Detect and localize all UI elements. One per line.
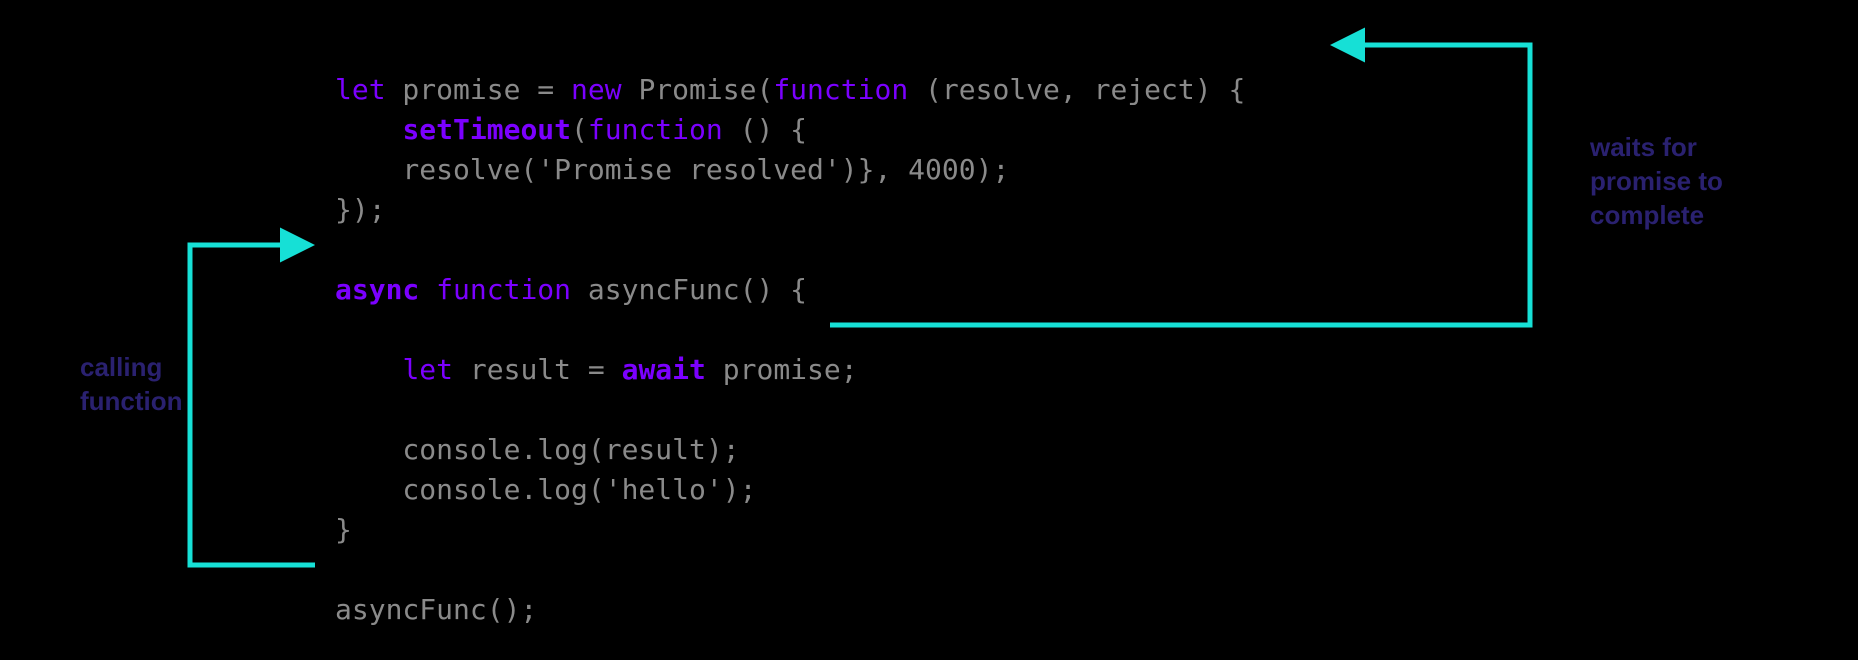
code-line-10: console.log(result); [335,433,740,466]
keyword-await: await [622,353,706,386]
annotation-waits-for-promise: waits for promise to complete [1590,130,1723,232]
arrow-calling-function [190,245,315,565]
code-line-11: console.log('hello'); [335,473,756,506]
keyword-let: let [402,353,453,386]
keyword-function: function [436,273,571,306]
diagram-stage: let promise = new Promise(function (reso… [0,0,1858,660]
code-line-6: async function asyncFunc() { [335,273,807,306]
code-line-1: let promise = new Promise(function (reso… [335,73,1245,106]
keyword-function: function [588,113,723,146]
code-line-8: let result = await promise; [335,353,858,386]
code-line-14: asyncFunc(); [335,593,537,626]
keyword-async: async [335,273,419,306]
keyword-function: function [773,73,908,106]
code-line-2: setTimeout(function () { [335,113,807,146]
code-line-3: resolve('Promise resolved')}, 4000); [335,153,1009,186]
keyword-new: new [571,73,622,106]
keyword-settimeout: setTimeout [402,113,571,146]
annotation-calling-function: calling function [80,350,183,418]
code-block: let promise = new Promise(function (reso… [335,30,1245,660]
code-line-4: }); [335,193,386,226]
keyword-let: let [335,73,386,106]
code-line-12: } [335,513,352,546]
